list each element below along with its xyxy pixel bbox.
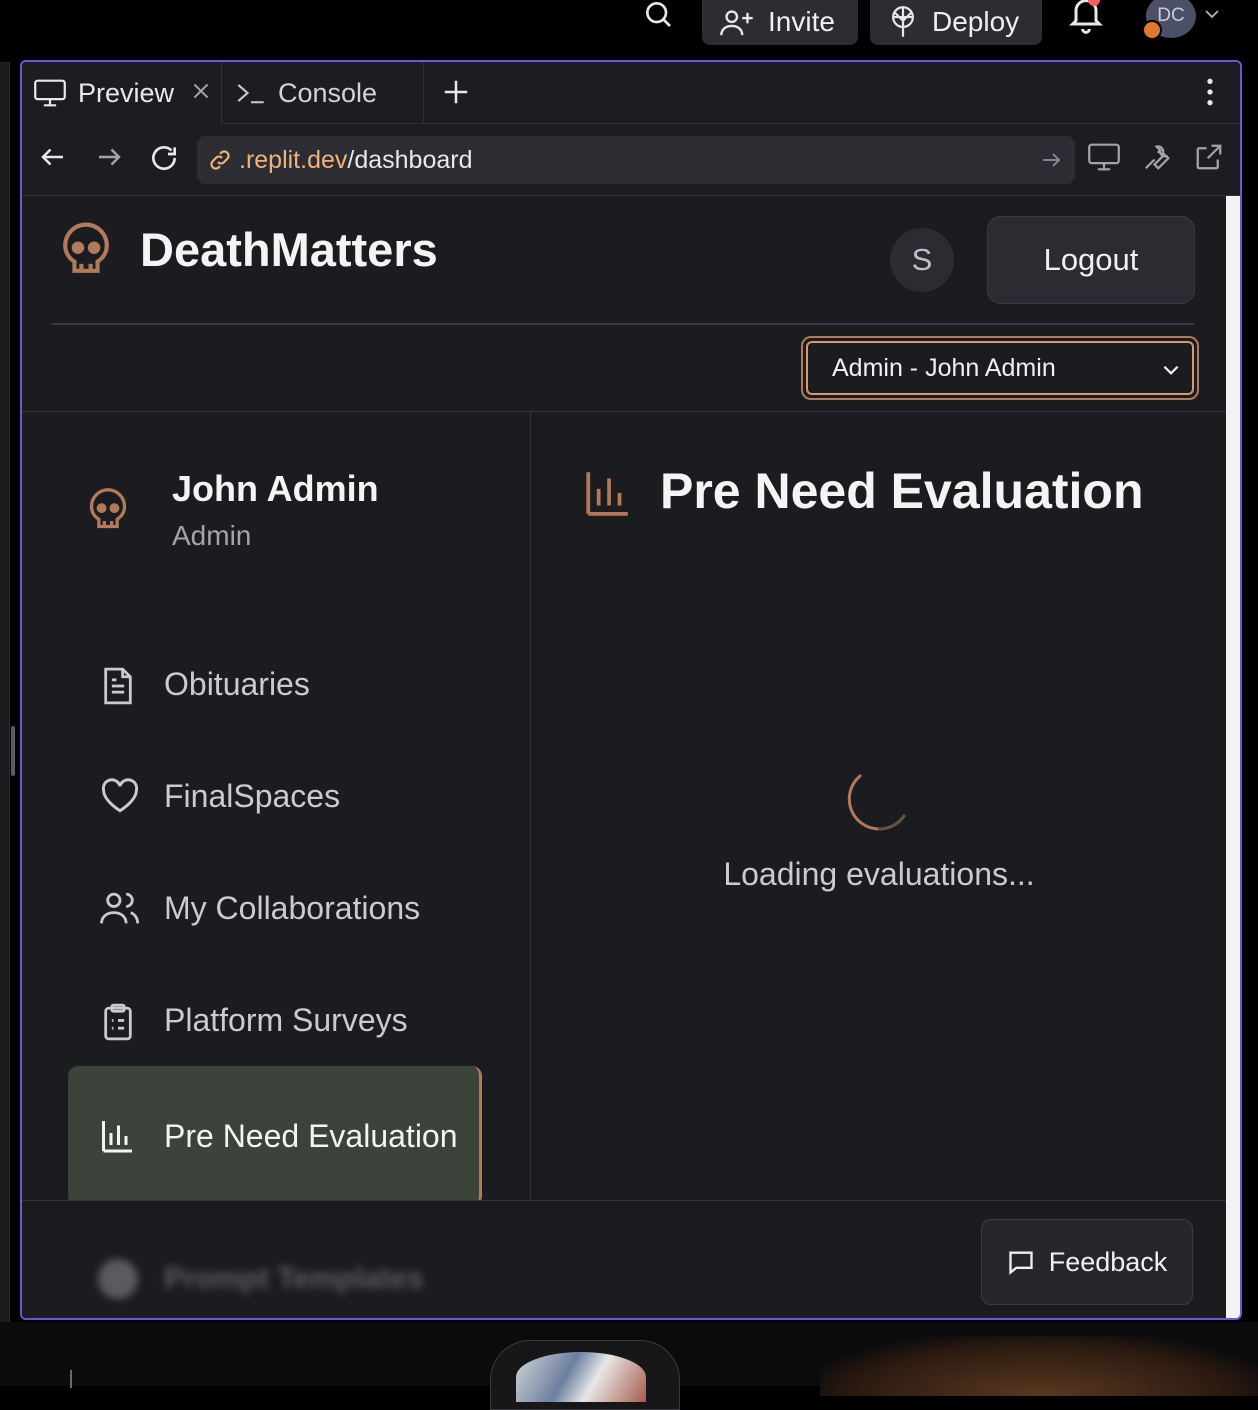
- clipboard-icon: [104, 1003, 132, 1041]
- url-input[interactable]: .replit.dev/dashboard: [197, 136, 1075, 184]
- app-header: DeathMatters S Logout Admin - John Admin: [22, 196, 1226, 412]
- back-arrow-icon[interactable]: [38, 142, 68, 172]
- sidebar-item-label: Platform Surveys: [164, 1001, 408, 1038]
- wrench-icon[interactable]: [1142, 142, 1172, 172]
- terminal-icon: [237, 84, 264, 104]
- left-panel-edge: [0, 62, 15, 1322]
- url-host: .replit.dev: [239, 145, 348, 174]
- main-content: Pre Need Evaluation Loading evaluations.…: [532, 412, 1226, 1200]
- brand-name[interactable]: DeathMatters: [140, 222, 438, 277]
- notifications-button[interactable]: [1066, 0, 1106, 34]
- tab-console-label: Console: [278, 77, 378, 108]
- chevron-down-icon: [1163, 365, 1179, 375]
- message-icon: [1009, 1251, 1033, 1275]
- feedback-button[interactable]: Feedback: [981, 1219, 1193, 1305]
- invite-button[interactable]: Invite: [702, 0, 858, 45]
- logout-button[interactable]: Logout: [987, 216, 1195, 304]
- url-toolbar: .replit.dev/dashboard: [22, 124, 1240, 196]
- skull-icon: [89, 488, 127, 529]
- bar-chart-icon: [586, 472, 628, 516]
- sidebar-item-platform-surveys[interactable]: Platform Surveys: [68, 972, 482, 1068]
- deploy-button[interactable]: Deploy: [870, 0, 1042, 45]
- heart-icon: [101, 778, 139, 813]
- pane-tabbar: Preview Console: [22, 62, 1240, 124]
- profile-name: John Admin: [172, 468, 379, 509]
- close-icon[interactable]: [190, 80, 212, 102]
- forward-arrow-icon[interactable]: [94, 142, 124, 172]
- sidebar-item-my-collaborations[interactable]: My Collaborations: [68, 860, 482, 956]
- plus-icon[interactable]: [442, 78, 470, 106]
- sidebar-item-finalspaces[interactable]: FinalSpaces: [68, 748, 482, 844]
- user-avatar[interactable]: S: [890, 228, 954, 292]
- sidebar-item-prompt-templates[interactable]: Prompt Templates: [98, 1259, 424, 1299]
- device-icon[interactable]: [1088, 142, 1120, 172]
- app-viewport: DeathMatters S Logout Admin - John Admin…: [22, 196, 1226, 1318]
- header-divider: [52, 323, 1194, 325]
- account-avatar[interactable]: DC: [1142, 0, 1196, 40]
- monitor-icon: [34, 79, 66, 107]
- sidebar-item-pre-need-evaluation[interactable]: Pre Need Evaluation: [68, 1066, 482, 1206]
- sidebar-item-label: Pre Need Evaluation: [164, 1118, 458, 1154]
- feedback-label: Feedback: [1048, 1246, 1168, 1277]
- tab-preview-label: Preview: [78, 77, 175, 108]
- document-icon: [104, 667, 132, 705]
- deploy-icon: [892, 5, 914, 37]
- tab-console[interactable]: Console: [222, 62, 424, 124]
- sidebar-item-label: My Collaborations: [164, 889, 421, 926]
- skull-icon: [63, 222, 109, 273]
- invite-label: Invite: [768, 5, 835, 37]
- avatar-initials: DC: [1157, 5, 1185, 26]
- resize-handle[interactable]: [11, 726, 15, 776]
- reload-icon[interactable]: [148, 142, 180, 174]
- sidebar-item-label: Obituaries: [164, 665, 310, 702]
- search-button[interactable]: [640, 0, 676, 32]
- footer-bar: Prompt Templates Feedback: [22, 1200, 1226, 1318]
- loading-text: Loading evaluations...: [723, 856, 1035, 892]
- external-link-icon[interactable]: [1194, 142, 1224, 172]
- scrollbar[interactable]: [1226, 196, 1240, 1318]
- loading-spinner: [847, 774, 906, 831]
- dock-divider: [70, 1370, 72, 1388]
- sidebar: John Admin Admin Obituaries FinalSpaces …: [22, 412, 531, 1318]
- deploy-label: Deploy: [932, 5, 1020, 37]
- users-icon: [100, 892, 140, 924]
- url-path: /dashboard: [347, 145, 473, 174]
- background-photo: [820, 1336, 1258, 1396]
- link-icon: [210, 150, 230, 170]
- avatar-badge: [1142, 20, 1162, 40]
- sidebar-item-label: FinalSpaces: [164, 777, 341, 814]
- profile-role: Admin: [172, 520, 252, 551]
- preview-pane: Preview Console .replit.dev/dashboard De…: [20, 60, 1242, 1320]
- page-title: Pre Need Evaluation: [660, 463, 1144, 519]
- trash-icon[interactable]: [516, 1352, 646, 1402]
- role-select-value: Admin - John Admin: [832, 353, 1056, 382]
- more-vertical-icon[interactable]: [1198, 76, 1222, 108]
- search-icon: [646, 2, 671, 27]
- chevron-down-icon[interactable]: [1202, 4, 1222, 24]
- sidebar-item-label: Prompt Templates: [164, 1262, 424, 1295]
- go-arrow-icon[interactable]: [1039, 148, 1063, 172]
- bell-icon: [1069, 0, 1103, 34]
- role-select[interactable]: Admin - John Admin: [801, 336, 1199, 400]
- workspace-topbar: Invite Deploy DC: [0, 0, 1258, 56]
- sidebar-item-obituaries[interactable]: Obituaries: [68, 636, 482, 732]
- template-icon: [98, 1259, 138, 1299]
- add-user-icon: [720, 9, 753, 35]
- bar-chart-icon: [102, 1121, 132, 1153]
- dock-area: [0, 1322, 1258, 1410]
